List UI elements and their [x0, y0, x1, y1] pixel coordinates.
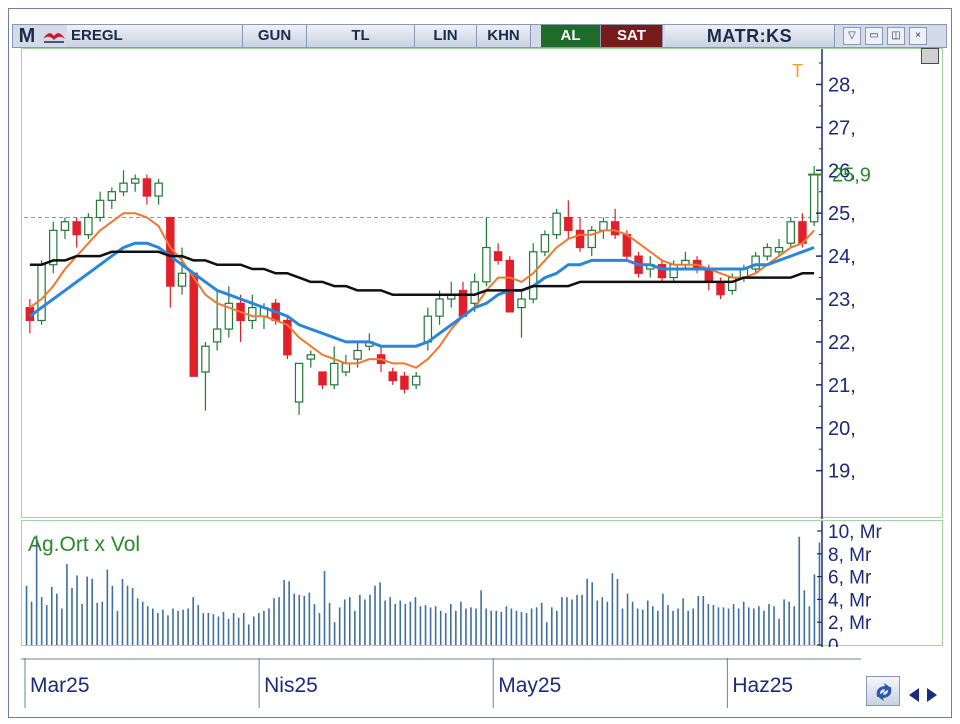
candle-body: [774, 246, 784, 253]
candle-body: [482, 246, 491, 283]
candle-body: [72, 221, 81, 236]
refresh-icon[interactable]: [866, 676, 900, 706]
volume-tick-label: 2, Mr: [828, 613, 872, 634]
candle-body: [306, 354, 316, 360]
candle-body: [411, 375, 421, 386]
bird-logo-icon[interactable]: [41, 27, 67, 45]
candle-body: [716, 281, 725, 296]
symbol-field[interactable]: EREGL: [67, 25, 243, 47]
current-price-label: 25,9: [832, 165, 871, 187]
candle-body: [154, 182, 163, 197]
volume-tick-label: 6, Mr: [828, 568, 872, 589]
price-tick-label: 24,: [828, 246, 856, 268]
brand-label: MATR:KS: [665, 25, 835, 47]
date-label: Mar25: [30, 674, 90, 697]
volume-tick-label: 0,: [828, 636, 844, 647]
candle-body: [84, 216, 93, 236]
volume-label: Ag.Ort x Vol: [28, 533, 140, 556]
candle-body: [505, 259, 515, 313]
candle-body: [329, 362, 339, 386]
volume-tick-label: 10, Mr: [828, 522, 883, 543]
price-tick-label: 20,: [828, 418, 856, 440]
volume-panel: 10, Mr 8, Mr 6, Mr 4, Mr 2, Mr 0, Ag.Ort x Vo…: [21, 520, 944, 657]
candle-body: [552, 212, 561, 236]
candle-body: [599, 221, 608, 231]
candle-body: [540, 234, 550, 253]
candle-body: [809, 173, 819, 223]
sell-button[interactable]: SAT: [601, 25, 663, 47]
volume-chart[interactable]: 10, Mr8, Mr6, Mr4, Mr2, Mr 0, Ag.Ort x Vo…: [22, 521, 944, 657]
scroll-right-icon[interactable]: [924, 686, 940, 704]
candle-body: [177, 272, 187, 287]
candle-body: [435, 298, 444, 317]
candle-body: [37, 264, 46, 322]
price-tick-label: 28,: [828, 74, 856, 96]
price-tick-label: 21,: [828, 375, 856, 397]
candle-body: [575, 229, 585, 249]
currency-button[interactable]: TL: [307, 25, 415, 47]
price-tick-label: 19,: [828, 461, 856, 483]
date-label: Haz25: [732, 674, 793, 697]
candle-body: [400, 375, 409, 390]
price-panel: 28, 27, 26, 25, 24, 23, 22, 21, 20, 19, T 25,9: [21, 48, 944, 519]
minimize-icon[interactable]: ▭: [865, 27, 883, 45]
price-chart[interactable]: 28,27,26,25,24,23,22,21,20,19, T 25,9: [22, 49, 944, 519]
date-axis: Mar25 Nis25 May25 Haz25: [21, 658, 861, 708]
price-tick-label: 25,: [828, 203, 856, 225]
candle-body: [107, 191, 117, 201]
restore-icon[interactable]: ◫: [887, 27, 905, 45]
candle-body: [212, 328, 222, 343]
candle-body: [388, 371, 397, 382]
candle-body: [318, 371, 327, 386]
candle-body: [248, 307, 257, 322]
ma-long-line: [29, 250, 815, 296]
candle-body: [493, 251, 503, 261]
candle-body: [763, 246, 772, 257]
panel-settings-icon[interactable]: [921, 48, 939, 64]
candle-body: [669, 264, 678, 279]
close-icon[interactable]: ×: [909, 27, 927, 45]
date-label: May25: [498, 674, 561, 697]
candle-body: [353, 349, 362, 360]
candle-body: [166, 216, 175, 287]
candle-body: [622, 234, 632, 257]
candle-body: [189, 272, 198, 377]
date-label: Nis25: [264, 674, 318, 697]
scale-button[interactable]: LIN: [415, 25, 477, 47]
candle-body: [130, 178, 140, 184]
marker-label: T: [792, 61, 803, 81]
candle-body: [142, 178, 152, 197]
candle-body: [294, 362, 304, 403]
chart-kind-button[interactable]: KHN: [477, 25, 531, 47]
candle-body: [423, 315, 433, 343]
candle-body: [610, 221, 620, 236]
scroll-left-icon[interactable]: [906, 686, 922, 704]
candle-body: [786, 221, 795, 244]
volume-tick-label: 4, Mr: [828, 590, 872, 611]
price-tick-label: 23,: [828, 289, 856, 311]
buy-button[interactable]: AL: [541, 25, 601, 47]
candle-body: [517, 298, 526, 309]
price-tick-label: 22,: [828, 332, 856, 354]
candle-body: [341, 362, 351, 373]
candle-body: [727, 276, 737, 292]
candle-body: [119, 182, 128, 193]
candle-body: [201, 345, 210, 373]
candle-body: [564, 216, 573, 231]
price-tick-label: 27,: [828, 117, 856, 139]
candle-body: [95, 199, 105, 219]
period-button[interactable]: GUN: [243, 25, 307, 47]
volume-tick-label: 8, Mr: [828, 545, 872, 566]
candle-body: [60, 221, 70, 231]
matriks-m-logo[interactable]: M: [15, 25, 39, 47]
dropdown-icon[interactable]: ▽: [843, 27, 861, 45]
chart-toolbar: M EREGL GUN TL LIN KHN AL SAT MATR:KS ▽ …: [12, 24, 947, 48]
